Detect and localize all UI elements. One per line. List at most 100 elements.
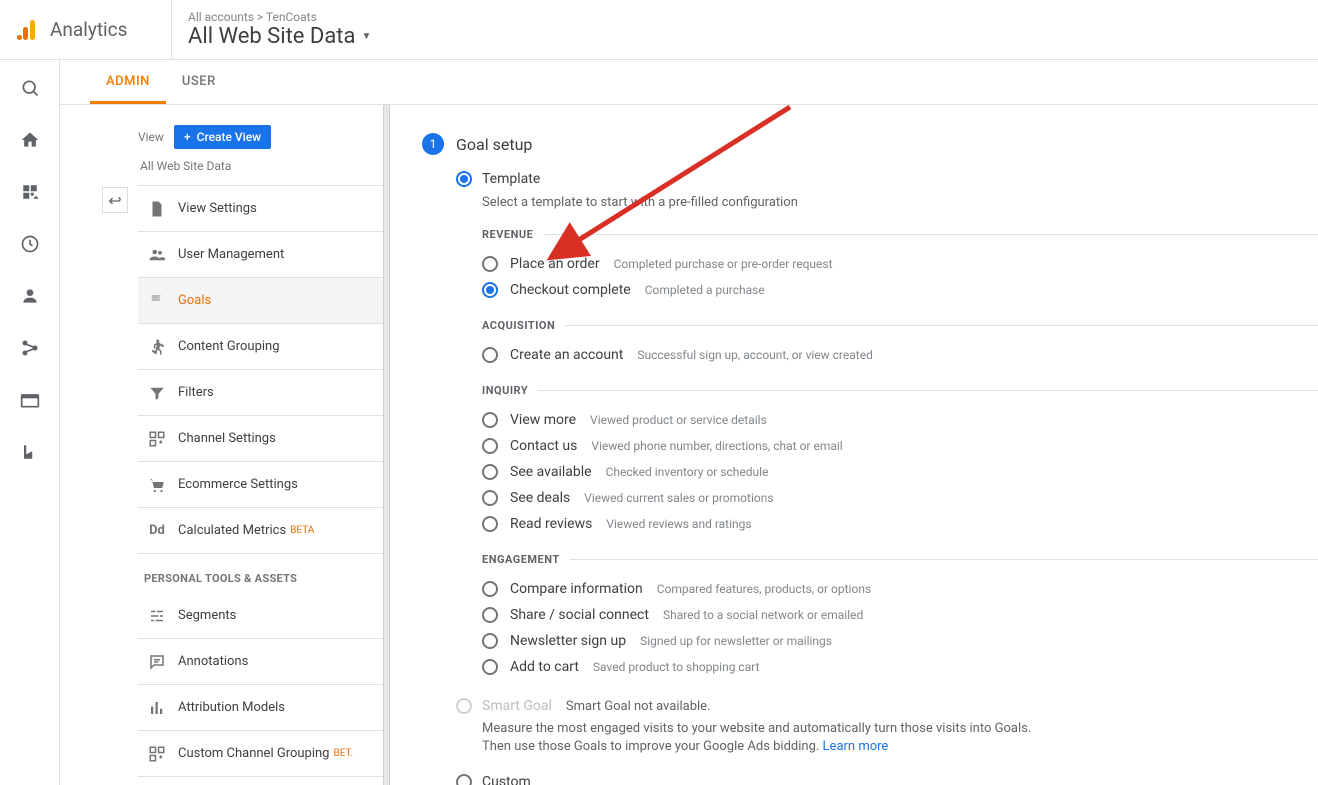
option-name: Checkout complete [510, 282, 631, 298]
view-dropdown[interactable]: All Web Site Data ▼ [188, 24, 371, 49]
nav-item-segments[interactable]: Segments [138, 593, 383, 639]
radio-icon[interactable] [482, 607, 498, 623]
smart-goal-label: Smart Goal [482, 698, 552, 714]
learn-more-link[interactable]: Learn more [823, 739, 889, 754]
template-option-read-reviews[interactable]: Read reviewsViewed reviews and ratings [482, 511, 1318, 537]
customization-icon[interactable] [20, 182, 40, 202]
account-picker[interactable]: All accounts > TenCoats All Web Site Dat… [171, 0, 371, 59]
personal-tools-header: PERSONAL TOOLS & ASSETS [138, 554, 383, 593]
nav-item-custom-channel-grouping[interactable]: Custom Channel Grouping BET. [138, 731, 383, 777]
step-title: Goal setup [456, 135, 532, 154]
radio-icon[interactable] [482, 438, 498, 454]
nav-item-ecommerce-settings[interactable]: Ecommerce Settings [138, 462, 383, 508]
radio-icon[interactable] [482, 581, 498, 597]
template-subtitle: Select a template to start with a pre-fi… [482, 195, 1318, 210]
template-option-contact-us[interactable]: Contact us Viewed phone number, direction… [482, 433, 1318, 459]
template-option-see-available[interactable]: See availableChecked inventory or schedu… [482, 459, 1318, 485]
audience-icon[interactable] [20, 286, 40, 306]
search-icon[interactable] [20, 78, 40, 98]
radio-icon[interactable] [482, 464, 498, 480]
radio-icon[interactable] [482, 633, 498, 649]
nav-item-attribution-models[interactable]: Attribution Models [138, 685, 383, 731]
nav-item-label: Calculated Metrics [178, 523, 286, 538]
caret-down-icon: ▼ [361, 31, 371, 42]
radio-icon[interactable] [482, 347, 498, 363]
template-option-compare-information[interactable]: Compare informationCompared features, pr… [482, 576, 1318, 602]
bars-icon [144, 699, 170, 717]
template-section-revenue: REVENUE Place an orderCompleted purchase … [482, 228, 1318, 303]
template-option-newsletter-sign-up[interactable]: Newsletter sign upSigned up for newslett… [482, 628, 1318, 654]
section-title: ACQUISITION [482, 319, 565, 332]
tab-admin[interactable]: ADMIN [90, 60, 166, 104]
logo-area: Analytics [16, 18, 171, 42]
template-radio[interactable] [456, 171, 472, 187]
conversions-icon[interactable] [20, 442, 40, 462]
nav-item-label: Custom Channel Grouping [178, 746, 330, 761]
option-name: Place an order [510, 256, 600, 272]
segments-icon [144, 607, 170, 625]
template-option-view-more[interactable]: View more Viewed product or service detai… [482, 407, 1318, 433]
option-desc: Checked inventory or schedule [606, 465, 769, 479]
option-name: Create an account [510, 347, 623, 363]
current-view-name[interactable]: All Web Site Data [138, 159, 383, 173]
person-walk-icon [144, 338, 170, 356]
scroll-divider[interactable] [383, 105, 390, 785]
option-name: Add to cart [510, 659, 579, 675]
create-view-label: Create View [197, 130, 261, 144]
goal-setup-panel: 1 Goal setup Template Select a template … [390, 105, 1318, 785]
radio-icon[interactable] [482, 490, 498, 506]
nav-item-channel-settings[interactable]: Channel Settings [138, 416, 383, 462]
behavior-icon[interactable] [20, 390, 40, 410]
option-name: Compare information [510, 581, 643, 597]
dd-icon: Dd [144, 523, 170, 538]
option-desc: Viewed product or service details [590, 413, 767, 427]
nav-item-view-settings[interactable]: View Settings [138, 186, 383, 232]
nav-item-annotations[interactable]: Annotations [138, 639, 383, 685]
template-option-place-an-order[interactable]: Place an orderCompleted purchase or pre-… [482, 251, 1318, 277]
radio-icon[interactable] [482, 282, 498, 298]
custom-radio[interactable] [456, 774, 472, 785]
beta-badge: BET. [334, 748, 354, 759]
people-icon [144, 246, 170, 264]
view-nav-list: View Settings User Management GoalsContent… [138, 185, 383, 554]
nav-item-label: User Management [178, 247, 284, 262]
template-option-checkout-complete[interactable]: Checkout completeCompleted a purchase [482, 277, 1318, 303]
custom-option-label: Custom [482, 774, 531, 785]
plus-icon: + [184, 130, 191, 144]
radio-icon[interactable] [482, 516, 498, 532]
option-name: See deals [510, 490, 570, 506]
breadcrumb: All accounts > TenCoats [188, 10, 371, 24]
tab-user[interactable]: USER [166, 60, 232, 104]
acquisition-icon[interactable] [20, 338, 40, 358]
template-option-label: Template [482, 171, 540, 187]
option-desc: Viewed phone number, directions, chat or… [591, 439, 842, 453]
option-name: Contact us [510, 438, 577, 454]
beta-badge: BETA [290, 525, 314, 536]
template-option-share-social-connect[interactable]: Share / social connectShared to a social… [482, 602, 1318, 628]
view-name-text: All Web Site Data [188, 24, 355, 49]
home-icon[interactable] [20, 130, 40, 150]
option-name: View more [510, 412, 576, 428]
nav-item-user-management[interactable]: User Management [138, 232, 383, 278]
section-title: REVENUE [482, 228, 543, 241]
nav-item-label: Annotations [178, 654, 248, 669]
radio-icon[interactable] [482, 412, 498, 428]
channels-icon [144, 430, 170, 448]
nav-item-label: Ecommerce Settings [178, 477, 298, 492]
template-option-add-to-cart[interactable]: Add to cartSaved product to shopping car… [482, 654, 1318, 680]
create-view-button[interactable]: + Create View [174, 125, 271, 149]
nav-item-goals[interactable]: Goals [138, 278, 383, 324]
radio-icon[interactable] [482, 256, 498, 272]
nav-item-filters[interactable]: Filters [138, 370, 383, 416]
left-nav-rail [0, 60, 60, 785]
template-option-create-an-account[interactable]: Create an accountSuccessful sign up, acc… [482, 342, 1318, 368]
nav-item-content-grouping[interactable]: Content Grouping [138, 324, 383, 370]
section-divider [543, 234, 1318, 235]
smart-goal-radio [456, 698, 472, 714]
radio-icon[interactable] [482, 659, 498, 675]
template-option-see-deals[interactable]: See dealsViewed current sales or promoti… [482, 485, 1318, 511]
realtime-icon[interactable] [20, 234, 40, 254]
back-button[interactable]: ↩ [102, 187, 128, 213]
nav-item-calculated-metrics[interactable]: Dd Calculated Metrics BETA [138, 508, 383, 554]
nav-item-label: Channel Settings [178, 431, 276, 446]
